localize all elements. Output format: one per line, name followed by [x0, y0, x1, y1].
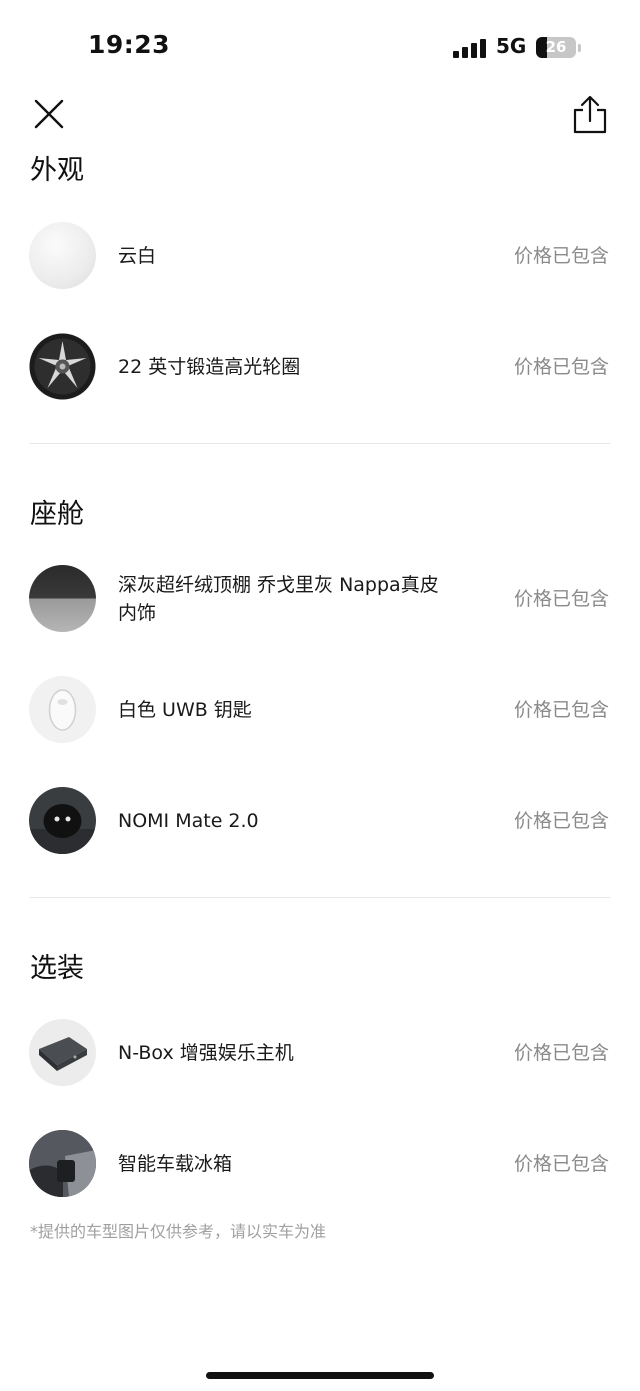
item-name: 智能车载冰箱 [118, 1153, 233, 1175]
home-indicator[interactable] [206, 1372, 434, 1379]
item-price: 价格已包含 [513, 1042, 609, 1064]
uwb-key-image [29, 676, 96, 743]
battery-level: 26 [545, 38, 567, 56]
network-type: 5G [496, 34, 527, 58]
interior-color-swatch [29, 565, 96, 632]
car-fridge-image [29, 1130, 96, 1197]
section-title-cabin: 座舱 [30, 499, 84, 530]
item-price: 价格已包含 [513, 1153, 609, 1175]
item-price: 价格已包含 [513, 699, 609, 721]
share-button[interactable] [570, 94, 610, 136]
status-time: 19:23 [88, 30, 171, 59]
config-summary-screen: 19:23 5G 26 外观 云白 价格已包含 22 英寸锻造高光轮圈 价格已包… [0, 0, 640, 1391]
section-title-exterior: 外观 [30, 155, 84, 186]
item-price: 价格已包含 [513, 810, 609, 832]
nomi-mate-image [29, 787, 96, 854]
signal-strength-icon [453, 38, 487, 58]
item-price: 价格已包含 [513, 245, 609, 267]
white-paint-swatch [29, 222, 96, 289]
disclaimer-note: *提供的车型图片仅供参考，请以实车为准 [30, 1222, 327, 1241]
item-name: 云白 [118, 245, 157, 267]
wheel-rim-image [29, 333, 96, 400]
item-name: NOMI Mate 2.0 [118, 810, 259, 832]
divider [30, 443, 610, 444]
item-price: 价格已包含 [513, 356, 609, 378]
battery-icon: 26 [536, 37, 576, 58]
section-title-options: 选装 [30, 953, 84, 984]
item-name: 白色 UWB 钥匙 [118, 699, 252, 721]
battery-tip [578, 44, 581, 52]
close-icon [34, 99, 64, 129]
item-name: N-Box 增强娱乐主机 [118, 1042, 294, 1064]
item-name: 22 英寸锻造高光轮圈 [118, 356, 301, 378]
share-icon [573, 95, 607, 134]
close-button[interactable] [30, 95, 68, 133]
divider [30, 897, 610, 898]
nbox-image [29, 1019, 96, 1086]
item-name: 深灰超纤绒顶棚 乔戈里灰 Nappa真皮内饰 [118, 574, 439, 624]
item-price: 价格已包含 [513, 588, 609, 610]
